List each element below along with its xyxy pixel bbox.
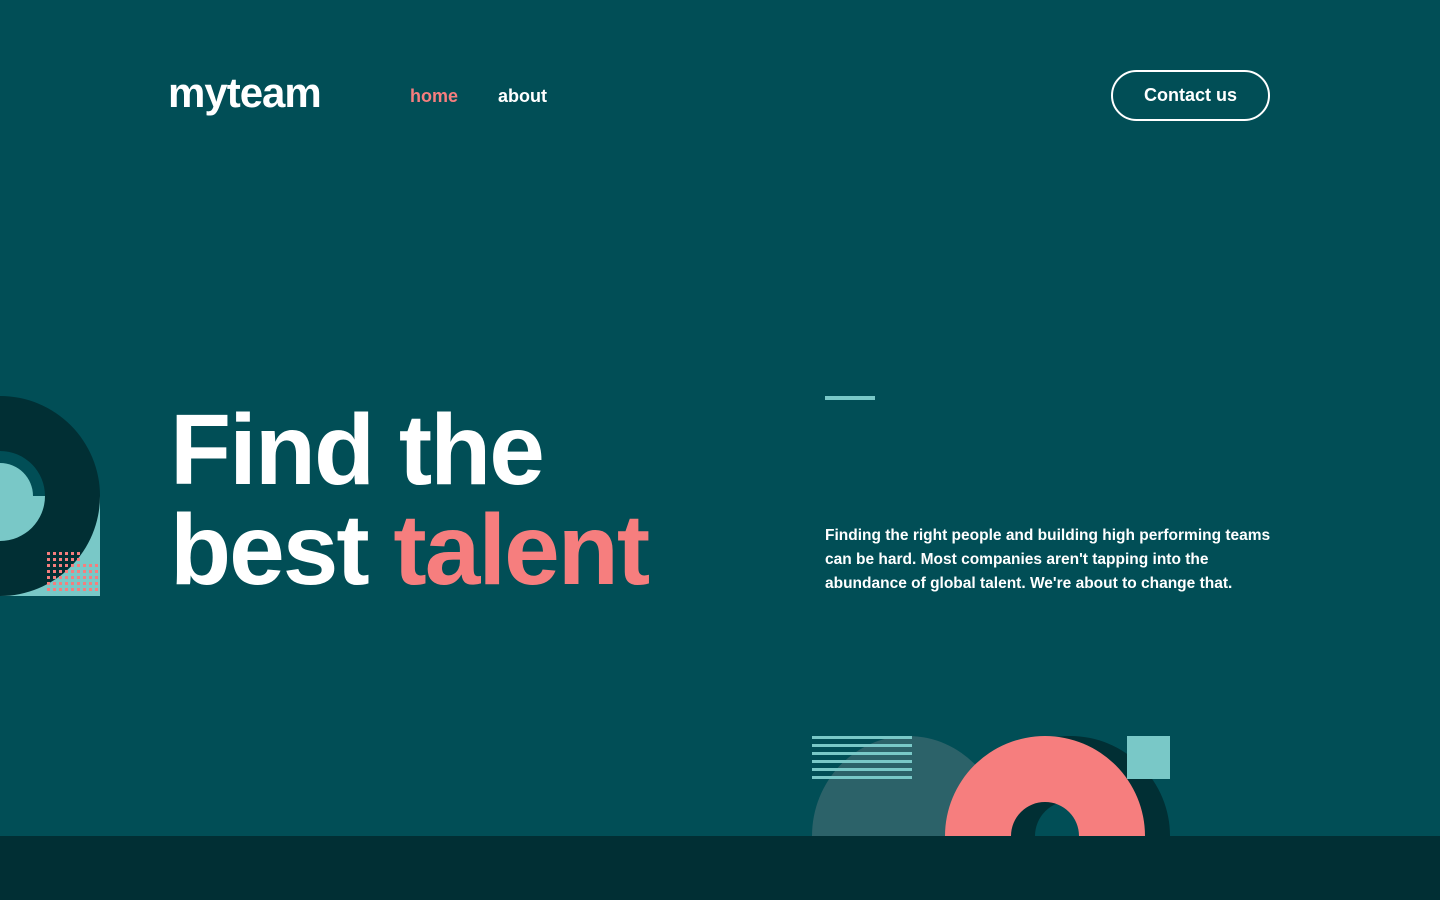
nav-link-about[interactable]: about — [498, 84, 547, 108]
hero-title-line-1: Find the — [170, 394, 545, 506]
hero-title-plain-word: best — [170, 494, 370, 606]
teal-quarter-shape — [0, 463, 33, 496]
hero-description: Finding the right people and building hi… — [825, 527, 1271, 592]
logo[interactable]: myteam — [168, 68, 322, 118]
nav-link-home[interactable]: home — [410, 84, 458, 108]
teal-square-shape — [1127, 736, 1170, 779]
decorative-pattern-left — [0, 396, 100, 596]
decorative-pattern-bottom — [812, 736, 1170, 836]
accent-rule — [825, 396, 875, 400]
hero-title-accent-word: talent — [393, 494, 650, 606]
hero-title: Find the best talent — [170, 394, 650, 600]
footer-band — [0, 836, 1440, 900]
hero-title-line-2: best talent — [170, 500, 650, 600]
site-header: myteam home about Contact us — [0, 0, 1440, 190]
contact-us-button[interactable]: Contact us — [1111, 70, 1270, 121]
